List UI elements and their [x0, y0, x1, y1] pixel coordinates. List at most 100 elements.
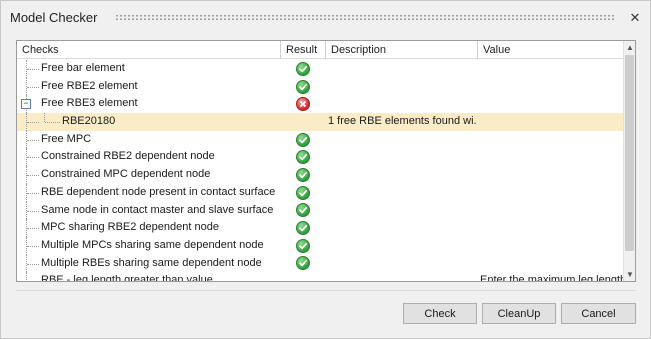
value-cell[interactable] [478, 237, 623, 255]
check-label: Free MPC [41, 132, 92, 145]
check-cell: Free bar element [17, 60, 281, 78]
dialog-title: Model Checker [10, 10, 98, 25]
value-cell[interactable] [478, 219, 623, 237]
check-cell: RBE dependent node present in contact su… [17, 183, 281, 202]
tree-line [27, 263, 39, 265]
table-row[interactable]: MPC sharing RBE2 dependent node [17, 219, 623, 237]
checks-table: Checks Result Description Value Free bar… [16, 40, 636, 282]
description-cell: 1 free RBE elements found wi... [328, 115, 477, 128]
check-label: RBE - leg length greater than value [41, 274, 213, 282]
value-cell[interactable]: Enter the maximum leg length [478, 272, 623, 281]
table-row[interactable]: − Free RBE3 element [17, 95, 623, 114]
tree-line [27, 228, 39, 230]
tree-line [44, 113, 45, 123]
check-cell: Free RBE2 element [17, 77, 281, 96]
result-cell [281, 237, 325, 255]
tree-line [27, 210, 39, 212]
description-cell [326, 202, 477, 220]
value-cell[interactable] [478, 184, 623, 202]
value-cell[interactable] [478, 131, 623, 149]
table-row[interactable]: Constrained MPC dependent node [17, 166, 623, 184]
tree-line [27, 69, 39, 70]
table-row[interactable]: Multiple RBEs sharing same dependent nod… [17, 254, 623, 273]
check-label: MPC sharing RBE2 dependent node [41, 221, 219, 234]
table-row[interactable]: Free bar element [17, 60, 623, 78]
value-cell[interactable] [478, 95, 623, 113]
tree-line [27, 122, 39, 124]
separator [16, 290, 636, 291]
table-row[interactable]: Multiple MPCs sharing same dependent nod… [17, 236, 623, 255]
check-label: Constrained RBE2 dependent node [41, 150, 215, 163]
value-cell[interactable] [478, 78, 623, 96]
value-cell[interactable] [478, 60, 623, 78]
value-cell[interactable] [478, 166, 623, 184]
value-cell[interactable] [478, 255, 623, 273]
value-cell[interactable] [478, 113, 623, 131]
column-header-checks[interactable]: Checks [17, 41, 281, 59]
drag-grip[interactable] [115, 14, 616, 21]
description-cell [326, 78, 477, 96]
column-header-result[interactable]: Result [281, 41, 326, 59]
check-button[interactable]: Check [403, 303, 477, 324]
check-label: Free bar element [41, 62, 125, 74]
check-cell: RBE20180 [17, 113, 281, 131]
check-pass-icon [296, 256, 310, 271]
description-cell [326, 237, 477, 255]
description-cell [326, 131, 477, 149]
check-label: Multiple MPCs sharing same dependent nod… [41, 238, 264, 251]
vertical-scrollbar[interactable]: ▲ ▼ [623, 41, 635, 281]
scroll-up-arrow-icon[interactable]: ▲ [624, 41, 635, 54]
value-cell[interactable] [478, 202, 623, 220]
result-cell [281, 95, 325, 113]
description-cell [326, 95, 477, 113]
cancel-button[interactable]: Cancel [561, 303, 636, 324]
check-cell: RBE - leg length greater than value [17, 272, 281, 282]
title-bar[interactable]: Model Checker ✕ [1, 1, 650, 35]
table-row[interactable]: RBE20180 1 free RBE elements found wi... [17, 113, 623, 131]
close-button[interactable]: ✕ [628, 10, 642, 25]
check-cell: MPC sharing RBE2 dependent node [17, 219, 281, 237]
check-pass-icon [296, 185, 310, 200]
check-cell: Constrained MPC dependent node [17, 166, 281, 184]
check-pass-icon [296, 238, 310, 253]
check-pass-icon [296, 132, 310, 147]
table-body: Free bar element Free RBE2 element − Free R… [17, 60, 623, 282]
check-label: RBE dependent node present in contact su… [41, 185, 276, 198]
table-header: Checks Result Description Value [17, 41, 623, 59]
scroll-thumb[interactable] [625, 55, 634, 251]
column-header-value[interactable]: Value [478, 41, 623, 59]
column-header-description[interactable]: Description [326, 41, 478, 59]
cleanup-button[interactable]: CleanUp [482, 303, 556, 324]
table-row[interactable]: Free MPC [17, 130, 623, 149]
table-row[interactable]: Constrained RBE2 dependent node [17, 148, 623, 167]
table-row[interactable]: RBE dependent node present in contact su… [17, 183, 623, 202]
tree-line [27, 139, 39, 141]
table-row[interactable]: Same node in contact master and slave su… [17, 201, 623, 220]
table-row[interactable]: RBE - leg length greater than value Enter… [17, 272, 623, 282]
tree-line [27, 86, 39, 88]
collapse-toggle-icon[interactable]: − [21, 99, 31, 110]
check-cell: Multiple MPCs sharing same dependent nod… [17, 236, 281, 255]
check-label: Constrained MPC dependent node [41, 168, 211, 181]
result-cell [281, 113, 325, 131]
check-pass-icon [296, 203, 310, 218]
result-cell [281, 78, 325, 96]
table-row[interactable]: Free RBE2 element [17, 77, 623, 96]
description-cell [326, 60, 477, 78]
description-cell [326, 148, 477, 166]
check-cell: Constrained RBE2 dependent node [17, 148, 281, 167]
tree-line [27, 192, 39, 194]
result-cell [281, 166, 325, 184]
model-checker-dialog: Model Checker ✕ Checks Result Descriptio… [0, 0, 651, 339]
result-cell [281, 219, 325, 237]
result-cell [281, 60, 325, 78]
check-pass-icon [296, 167, 310, 182]
scroll-down-arrow-icon[interactable]: ▼ [624, 268, 635, 281]
value-cell[interactable] [478, 148, 623, 166]
result-cell [281, 255, 325, 273]
tree-line [27, 281, 39, 282]
check-label: RBE20180 [62, 115, 116, 128]
check-label: Free RBE2 element [41, 79, 138, 92]
check-label: Same node in contact master and slave su… [41, 203, 274, 216]
tree-line [27, 175, 39, 177]
